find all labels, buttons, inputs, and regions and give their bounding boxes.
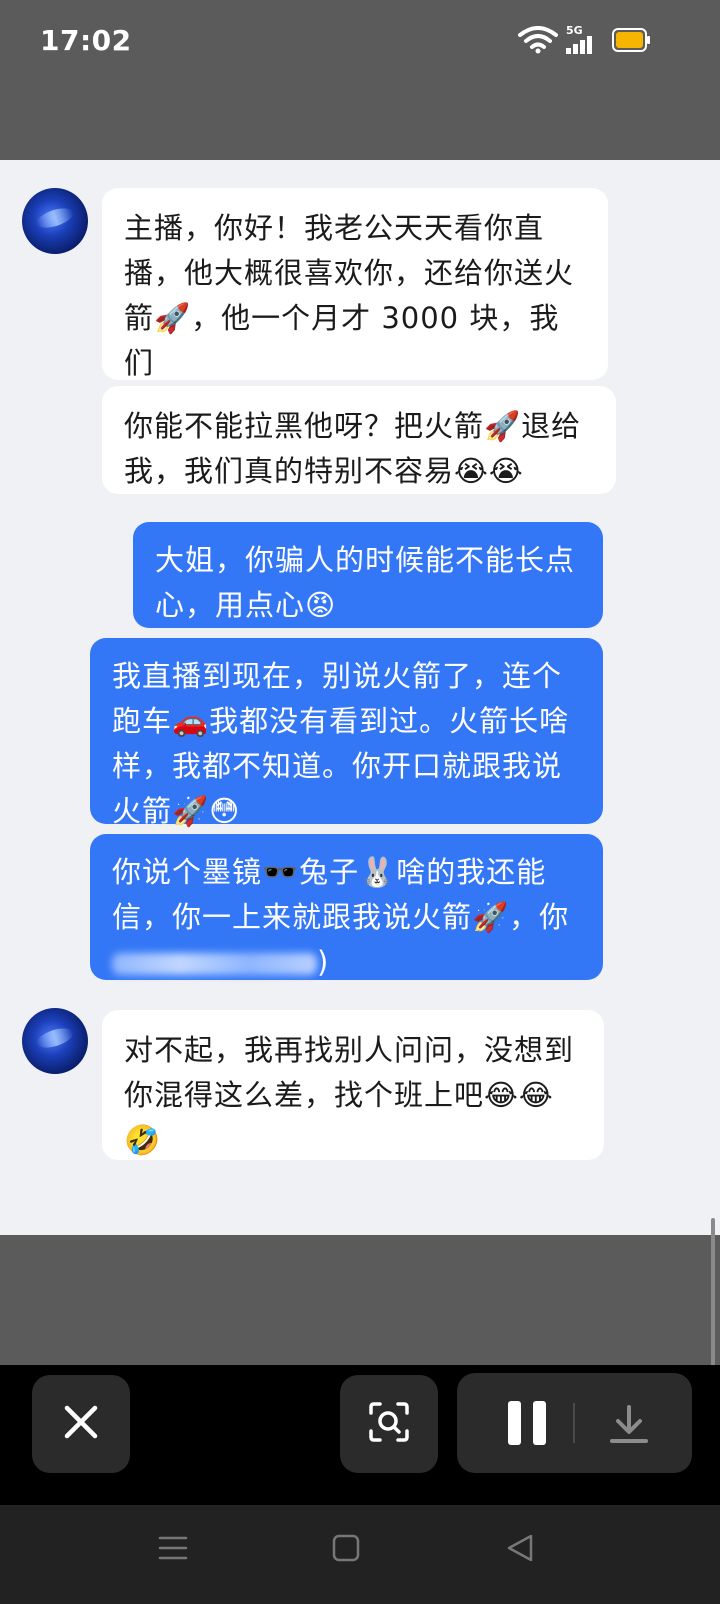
status-bar: 17:02 5G	[0, 0, 720, 84]
playback-control-group	[457, 1373, 692, 1473]
incoming-message[interactable]: 你能不能拉黑他呀？把火箭🚀退给 我，我们真的特别不容易😭😭	[102, 386, 616, 494]
menu-icon[interactable]	[158, 1533, 188, 1567]
wifi-icon	[518, 26, 558, 58]
outgoing-message[interactable]: 你说个墨镜🕶️兔子🐰啥的我还能 信，你一上来就跟我说火箭🚀，你 )	[90, 834, 603, 980]
scrollbar[interactable]	[711, 1218, 715, 1373]
battery-icon	[612, 28, 652, 56]
sender-avatar[interactable]	[22, 1008, 88, 1074]
incoming-message[interactable]: 主播，你好！我老公天天看你直 播，他大概很喜欢你，还给你送火 箭🚀，他一个月才 …	[102, 188, 608, 425]
pause-icon[interactable]	[505, 1401, 549, 1445]
player-controls	[0, 1365, 720, 1505]
screenshot-search-icon	[368, 1401, 410, 1447]
close-button[interactable]	[32, 1375, 130, 1473]
outgoing-message[interactable]: 我直播到现在，别说火箭了，连个 跑车🚗我都没有看到过。火箭长啥 样，我都不知道。…	[90, 638, 603, 828]
divider	[573, 1403, 575, 1443]
close-icon	[63, 1404, 99, 1444]
blurred-text	[112, 953, 317, 975]
download-icon[interactable]	[607, 1403, 651, 1451]
home-icon[interactable]	[331, 1533, 361, 1567]
message-text: 你说个墨镜🕶️兔子🐰啥的我还能 信，你一上来就跟我说火箭🚀，你	[112, 855, 570, 934]
message-text-end: )	[317, 945, 330, 979]
back-icon[interactable]	[505, 1533, 535, 1567]
navigation-bar	[0, 1505, 720, 1604]
signal-icon	[566, 36, 594, 58]
chat-screenshot: 主播，你好！我老公天天看你直 播，他大概很喜欢你，还给你送火 箭🚀，他一个月才 …	[0, 160, 720, 1373]
sender-avatar[interactable]	[22, 188, 88, 254]
screenshot-search-button[interactable]	[340, 1375, 438, 1473]
outgoing-message[interactable]: 大姐，你骗人的时候能不能长点 心，用点心😡	[133, 522, 603, 628]
status-time: 17:02	[40, 24, 132, 57]
incoming-message[interactable]: 对不起，我再找别人问问，没想到 你混得这么差，找个班上吧😂😂 🤣	[102, 1010, 604, 1160]
